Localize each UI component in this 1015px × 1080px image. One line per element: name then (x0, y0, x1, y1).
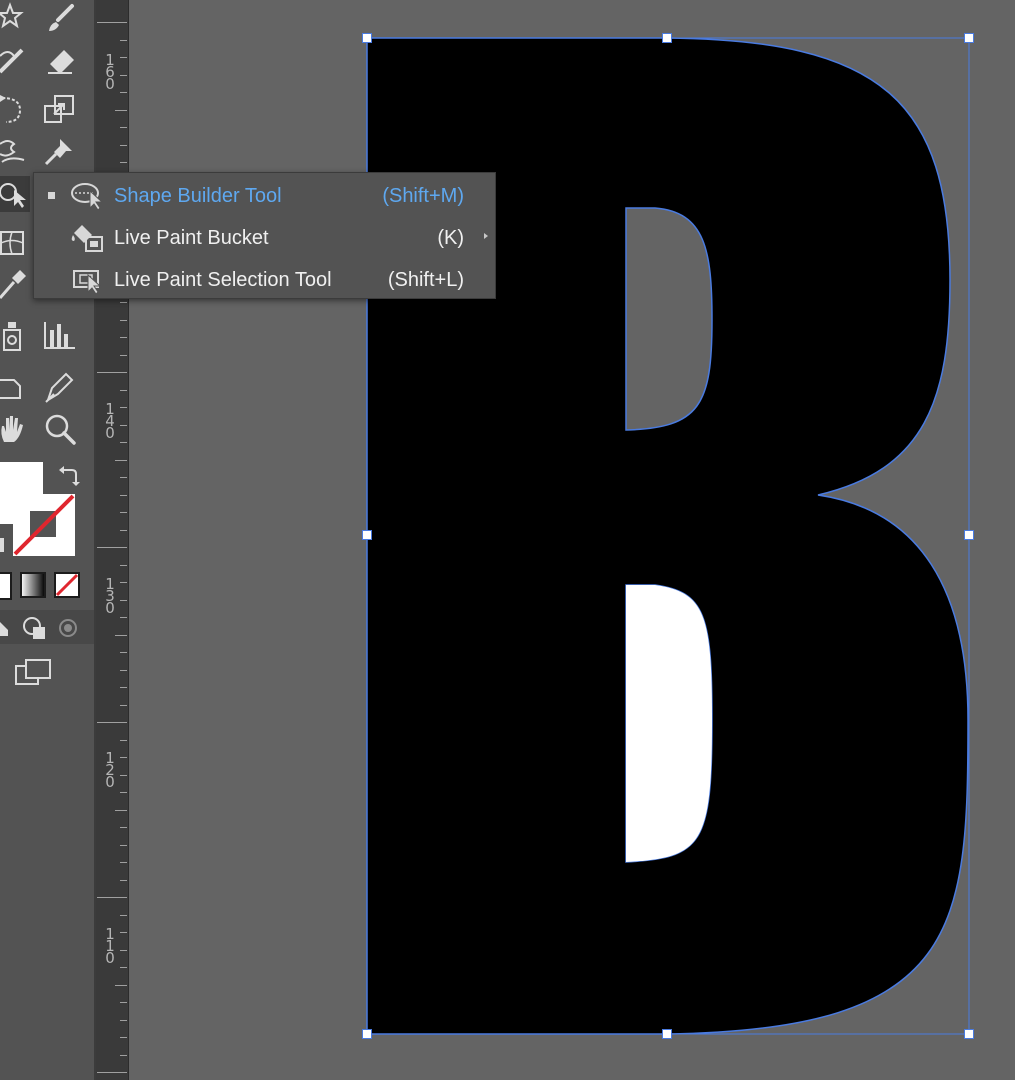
handle-top-right[interactable] (964, 33, 974, 43)
menu-item-shortcut: (K) (437, 227, 464, 249)
menu-item-shortcut: (Shift+M) (382, 185, 464, 207)
handle-top-left[interactable] (362, 33, 372, 43)
menu-item-label: Live Paint Bucket (114, 227, 269, 249)
menu-item-shape-builder[interactable]: Shape Builder Tool (Shift+M) (34, 175, 495, 215)
handle-bottom-left[interactable] (362, 1029, 372, 1039)
handle-middle-right[interactable] (964, 530, 974, 540)
selected-bullet-icon (48, 192, 55, 199)
menu-item-label: Shape Builder Tool (114, 185, 282, 207)
handle-top-center[interactable] (662, 33, 672, 43)
shape-builder-icon (71, 183, 104, 211)
menu-item-shortcut: (Shift+L) (387, 269, 464, 291)
handle-middle-left[interactable] (362, 530, 372, 540)
menu-item-live-paint-bucket[interactable]: Live Paint Bucket (K) (34, 217, 495, 257)
live-paint-bucket-icon (71, 225, 103, 252)
artwork-canvas (366, 37, 970, 1035)
menu-item-label: Live Paint Selection Tool (114, 269, 332, 291)
tool-flyout-menu: Shape Builder Tool (Shift+M) Live Paint … (33, 172, 496, 299)
flyout-tearoff-arrow-icon[interactable] (484, 233, 488, 239)
live-paint-selection-icon (73, 270, 102, 295)
lower-counter-fill (626, 585, 712, 862)
handle-bottom-right[interactable] (964, 1029, 974, 1039)
handle-bottom-center[interactable] (662, 1029, 672, 1039)
menu-item-live-paint-selection[interactable]: Live Paint Selection Tool (Shift+L) (34, 259, 495, 299)
